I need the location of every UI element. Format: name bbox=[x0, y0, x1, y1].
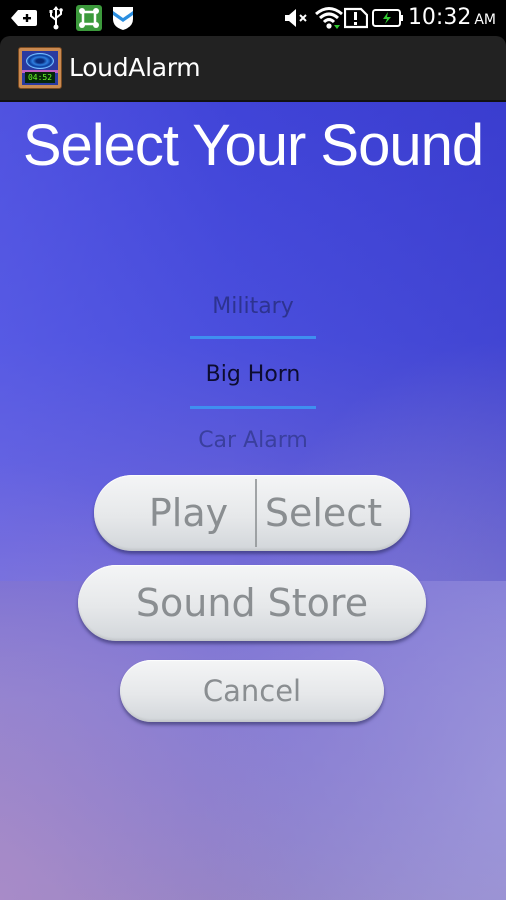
sound-picker[interactable]: Military Big Horn Car Alarm bbox=[190, 282, 316, 453]
picker-divider-top bbox=[190, 336, 316, 339]
cancel-button[interactable]: Cancel bbox=[120, 660, 384, 722]
sound-store-button[interactable]: Sound Store bbox=[78, 565, 426, 641]
status-time: 10:32 AM bbox=[407, 5, 496, 30]
picker-divider-bottom bbox=[190, 406, 316, 409]
wifi-icon bbox=[314, 6, 344, 30]
picker-item-selected[interactable]: Big Horn bbox=[150, 362, 356, 387]
picker-item-next[interactable]: Car Alarm bbox=[150, 428, 356, 453]
battery-charging-icon bbox=[372, 6, 404, 30]
app-notification-icon bbox=[76, 5, 102, 31]
play-button[interactable]: Play bbox=[94, 475, 255, 551]
sound-select-screen: Select Your Sound Military Big Horn Car … bbox=[0, 102, 506, 900]
play-select-button-group: Play Select bbox=[94, 475, 410, 551]
volume-muted-icon bbox=[284, 6, 310, 30]
page-title: Select Your Sound bbox=[22, 113, 484, 178]
sim-alert-icon bbox=[344, 6, 368, 30]
app-title: LoudAlarm bbox=[69, 53, 201, 82]
add-notification-icon bbox=[10, 6, 38, 30]
action-bar: 04:52 LoudAlarm bbox=[0, 36, 506, 102]
shield-icon bbox=[110, 6, 136, 30]
speaker-disc-icon bbox=[26, 53, 54, 69]
button-divider bbox=[255, 479, 257, 547]
icon-clock-display: 04:52 bbox=[25, 72, 55, 83]
select-button[interactable]: Select bbox=[257, 475, 410, 551]
loudalarm-app-icon[interactable]: 04:52 bbox=[18, 47, 62, 89]
picker-item-prev[interactable]: Military bbox=[150, 294, 356, 319]
usb-icon bbox=[46, 6, 66, 30]
status-bar: 10:32 AM bbox=[0, 0, 506, 36]
